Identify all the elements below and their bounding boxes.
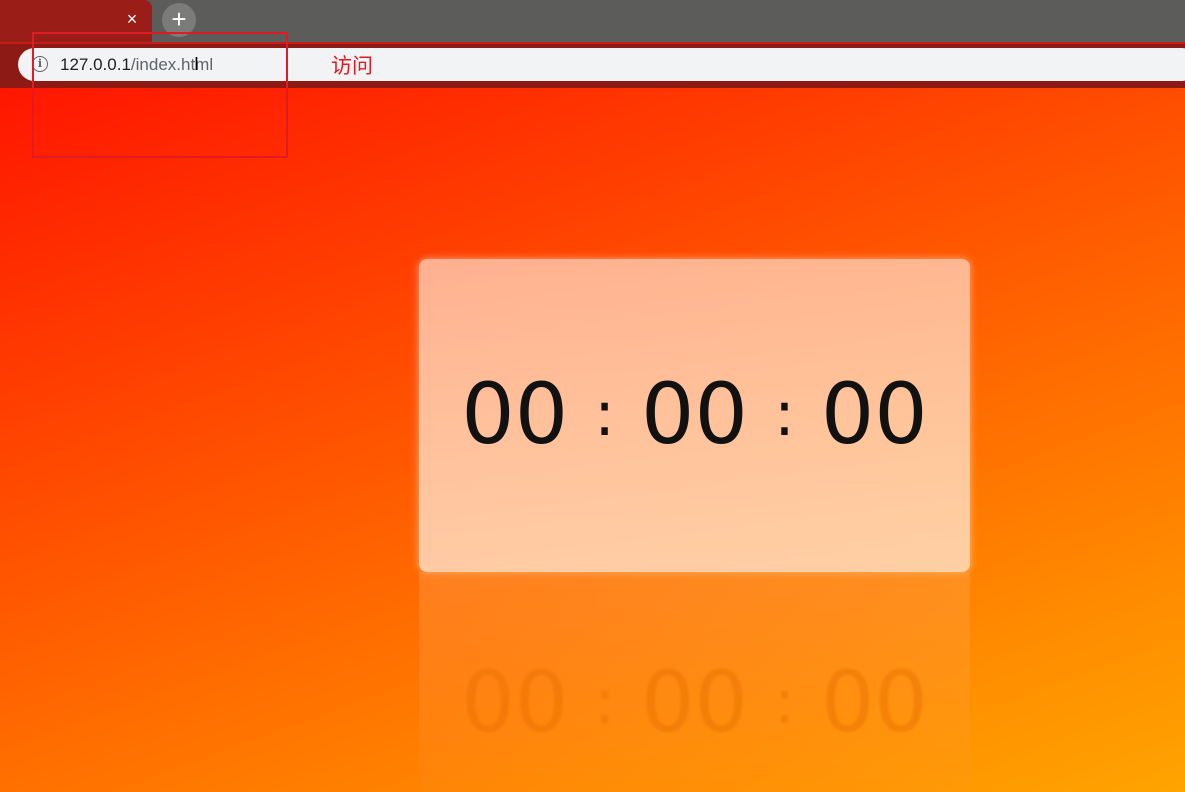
clock-card: 00:00:00 bbox=[419, 259, 970, 572]
timer-separator: : bbox=[773, 377, 795, 450]
timer-hours: 00 bbox=[461, 365, 569, 463]
close-icon[interactable]: × bbox=[122, 9, 142, 29]
reflected-timer: 00:00:00 bbox=[419, 647, 970, 757]
reflected-separator: : bbox=[773, 665, 795, 738]
timer-minutes: 00 bbox=[641, 365, 748, 463]
browser-window: × + i 127.0.0.1/index.html I 访问 00:00:00… bbox=[0, 0, 1185, 792]
reflected-hours: 00 bbox=[461, 653, 569, 751]
clock-reflection: 00:00:00 bbox=[419, 572, 970, 792]
annotation-label: 访问 bbox=[331, 54, 373, 78]
reflected-seconds: 00 bbox=[820, 653, 928, 751]
timer-separator: : bbox=[594, 377, 616, 450]
timer-seconds: 00 bbox=[820, 365, 928, 463]
countdown-timer: 00:00:00 bbox=[419, 359, 970, 469]
reflected-separator: : bbox=[594, 665, 616, 738]
annotation-highlight-box bbox=[32, 32, 288, 158]
reflected-minutes: 00 bbox=[641, 653, 748, 751]
page-content: 00:00:00 00:00:00 bbox=[0, 88, 1185, 792]
